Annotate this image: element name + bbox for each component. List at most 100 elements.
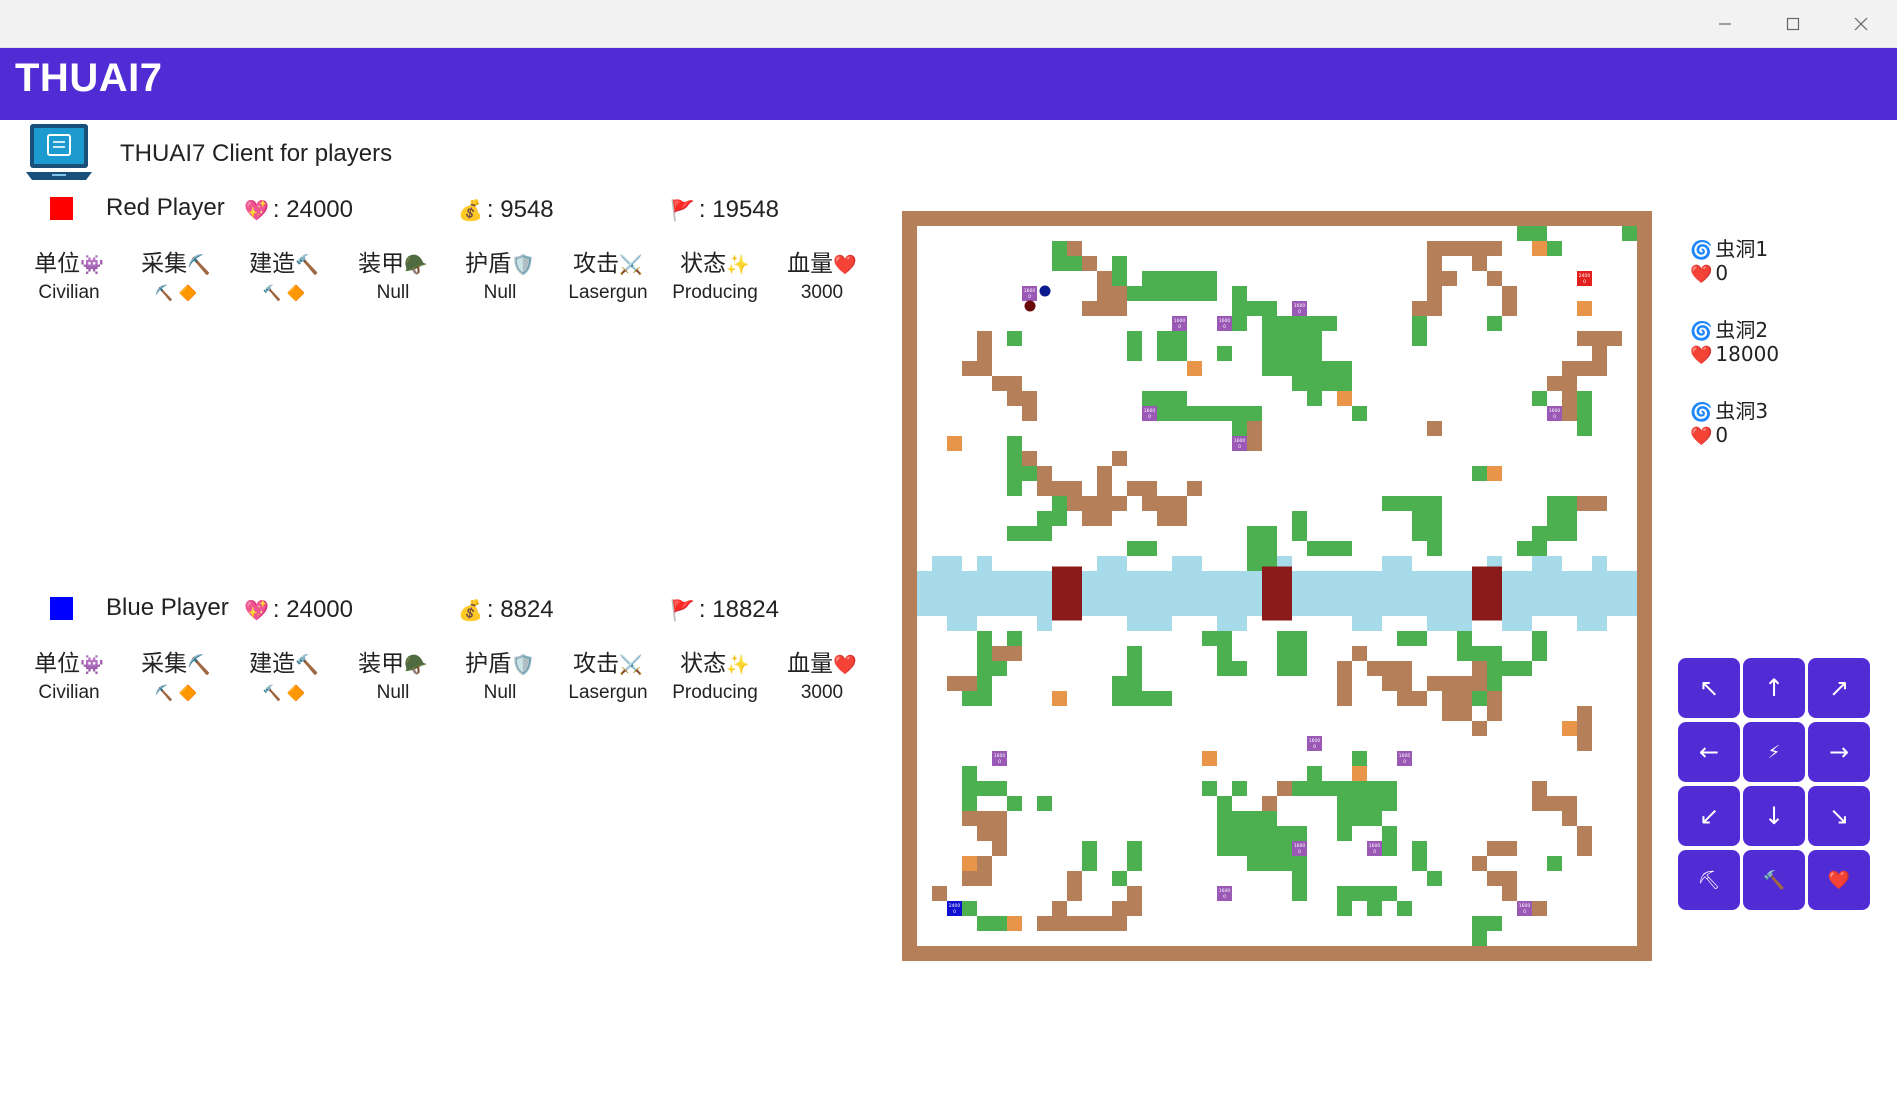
pickaxe-icon: ⛏️: [187, 654, 211, 676]
water-tile: [1427, 616, 1472, 631]
construction-hp-label: 1600: [1294, 303, 1306, 309]
wormhole-3-name: 🌀 虫洞3: [1690, 399, 1769, 423]
grass-tile: [1397, 901, 1412, 916]
construction-level-label: 0: [1223, 324, 1226, 330]
construction-level-label: 0: [1238, 444, 1241, 450]
move-up-button[interactable]: ↑: [1743, 658, 1805, 718]
dirt-tile: [1427, 421, 1442, 436]
water-tile: [1382, 556, 1412, 571]
grass-tile: [1307, 391, 1322, 406]
dirt-tile: [1067, 871, 1082, 901]
red-player-score: 🚩: 19548: [670, 196, 779, 224]
blue-ship[interactable]: [1039, 285, 1051, 297]
grass-tile: [1532, 391, 1547, 406]
grass-tile: [1382, 826, 1397, 841]
dirt-tile: [1397, 661, 1412, 706]
wormhole-1-hp: ❤️ 0: [1690, 261, 1729, 285]
swords-icon: ⚔️: [619, 654, 643, 676]
grass-tile: [962, 766, 977, 811]
construction-hp-label: 1600: [1219, 318, 1231, 324]
arrow-up-right-icon: ↗: [1828, 674, 1850, 702]
grass-tile: [1037, 511, 1067, 526]
dirt-tile: [1052, 481, 1082, 496]
dirt-tile: [1157, 511, 1172, 526]
construction-hp-label: 1600: [1219, 888, 1231, 894]
maximize-button[interactable]: [1765, 4, 1821, 44]
water-tile: [1037, 616, 1052, 631]
grass-tile: [1337, 886, 1397, 901]
money-bag-icon: 💰: [458, 200, 483, 222]
alien-icon: 👾: [80, 254, 104, 276]
resource-tile: [947, 436, 962, 451]
blue-score-value: : 18824: [698, 596, 779, 623]
arrow-up-icon: ↑: [1763, 674, 1785, 702]
recover-button[interactable]: ❤️: [1808, 850, 1870, 910]
dirt-tile: [1247, 421, 1262, 451]
dirt-tile: [1082, 511, 1112, 526]
close-button[interactable]: [1833, 4, 1889, 44]
grass-tile: [1382, 496, 1442, 511]
resource-tile: [1202, 751, 1217, 766]
construction-hp-label: 1600: [1234, 438, 1246, 444]
water-tile: [1502, 616, 1532, 631]
resource-tile: [1562, 721, 1577, 736]
move-down-right-button[interactable]: ↘: [1808, 786, 1870, 846]
dirt-tile: [992, 376, 1022, 391]
dirt-tile: [1502, 886, 1517, 901]
grass-tile: [1142, 271, 1157, 286]
dirt-tile: [977, 856, 992, 871]
grass-tile: [1367, 901, 1382, 916]
water-tile: [1577, 616, 1607, 631]
minimize-button[interactable]: [1697, 4, 1753, 44]
heart-icon: ❤️: [1690, 345, 1713, 366]
blue-player-money: 💰: 8824: [458, 596, 554, 624]
move-up-right-button[interactable]: ↗: [1808, 658, 1870, 718]
grass-tile: [977, 916, 1007, 931]
water-tile: [1217, 616, 1247, 631]
water-tile: [932, 556, 962, 571]
resource-tile: [1187, 361, 1202, 376]
move-left-button[interactable]: ←: [1678, 722, 1740, 782]
wormhole-1-tile: [1052, 566, 1082, 621]
header-attack: 攻击⚔️: [573, 251, 643, 277]
dirt-tile: [1037, 466, 1052, 496]
grass-tile: [1547, 856, 1562, 871]
red-ship[interactable]: [1024, 300, 1036, 312]
dirt-tile: [1367, 661, 1397, 676]
grass-tile: [1007, 796, 1022, 811]
dirt-tile: [947, 676, 977, 691]
dirt-tile: [1082, 301, 1112, 316]
hammer-icon: 🔨: [295, 654, 319, 676]
blue-player-swatch: [50, 597, 73, 620]
red-player-swatch: [50, 197, 73, 220]
grass-tile: [1427, 871, 1442, 886]
game-map[interactable]: 1600016000160001600016000160001600016000…: [917, 226, 1637, 946]
grass-tile: [1127, 646, 1142, 676]
dirt-tile: [1472, 856, 1487, 871]
attack-button[interactable]: ⚡: [1743, 722, 1805, 782]
collect-button[interactable]: ⛏: [1678, 850, 1740, 910]
wormhole-icon: 🌀: [1690, 402, 1713, 423]
hammer-icon: 🔨: [262, 685, 282, 702]
dirt-tile: [1547, 796, 1577, 811]
header-health: 血量❤️: [787, 251, 857, 277]
helmet-icon: 🪖: [404, 654, 428, 676]
swords-icon: ⚔️: [619, 254, 643, 276]
grass-tile: [1337, 796, 1382, 826]
red-collect-value: ⛏️ 🔶: [121, 282, 231, 304]
grass-tile: [1082, 841, 1097, 871]
move-right-button[interactable]: →: [1808, 722, 1870, 782]
red-armor-value: Null: [376, 282, 410, 303]
dirt-tile: [1577, 496, 1607, 511]
grass-tile: [1337, 826, 1352, 841]
construction-hp-label: 1600: [1399, 753, 1411, 759]
header-collect: 采集⛏️: [141, 651, 211, 677]
construction-hp-label: 1600: [1294, 843, 1306, 849]
move-down-left-button[interactable]: ↙: [1678, 786, 1740, 846]
build-button[interactable]: 🔨: [1743, 850, 1805, 910]
water-tile: [1592, 556, 1607, 571]
grass-tile: [1277, 631, 1307, 676]
move-up-left-button[interactable]: ↖: [1678, 658, 1740, 718]
move-down-button[interactable]: ↓: [1743, 786, 1805, 846]
grass-tile: [1217, 346, 1232, 361]
